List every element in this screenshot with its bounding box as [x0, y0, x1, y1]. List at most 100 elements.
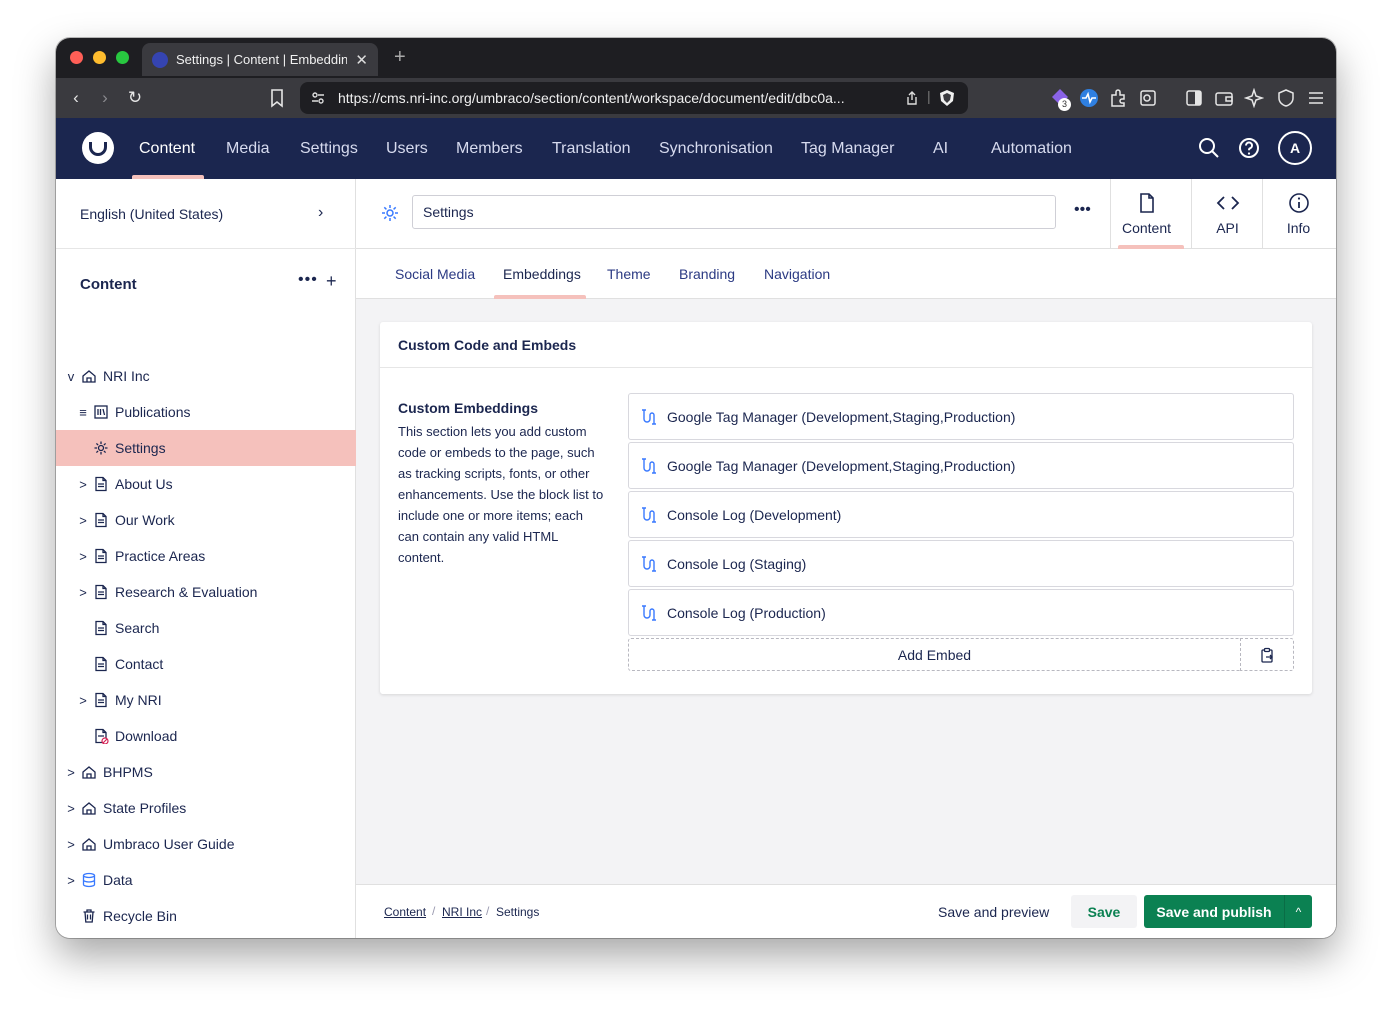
- breadcrumb-content[interactable]: Content: [384, 905, 426, 919]
- culture-selector[interactable]: English (United States) ›: [56, 179, 356, 249]
- nav-ai[interactable]: AI: [933, 140, 948, 158]
- browser-tab[interactable]: Settings | Content | Embeddings ✕: [142, 43, 378, 76]
- view-info-button[interactable]: Info: [1262, 179, 1334, 249]
- code-block-icon: [642, 507, 656, 523]
- reader-mode-icon[interactable]: [1138, 88, 1158, 108]
- extension-pulse-icon[interactable]: [1079, 88, 1099, 108]
- nav-content[interactable]: Content: [139, 140, 195, 158]
- nav-settings[interactable]: Settings: [300, 140, 358, 158]
- paste-from-clipboard-button[interactable]: [1240, 638, 1294, 671]
- search-icon[interactable]: [1196, 135, 1222, 161]
- extensions-puzzle-icon[interactable]: [1108, 88, 1128, 108]
- menu-icon[interactable]: [1306, 88, 1326, 108]
- block-item[interactable]: Google Tag Manager (Development,Staging,…: [628, 393, 1294, 440]
- chevron-right-icon[interactable]: >: [77, 477, 89, 492]
- site-settings-icon[interactable]: [310, 90, 326, 106]
- nav-translation[interactable]: Translation: [552, 140, 631, 158]
- document-name-input[interactable]: [412, 195, 1056, 229]
- nav-users[interactable]: Users: [386, 140, 428, 158]
- tree-item[interactable]: v NRI Inc: [56, 358, 356, 394]
- help-icon[interactable]: [1236, 135, 1262, 161]
- add-embed-button[interactable]: Add Embed: [628, 638, 1241, 671]
- tab-navigation[interactable]: Navigation: [764, 266, 830, 282]
- address-bar[interactable]: https://cms.nri-inc.org/umbraco/section/…: [300, 82, 968, 114]
- nav-media[interactable]: Media: [226, 140, 270, 158]
- new-tab-button[interactable]: +: [394, 46, 406, 69]
- tree-item[interactable]: Download: [56, 718, 356, 754]
- sort-handle-icon[interactable]: ≡: [77, 405, 89, 420]
- tree-item[interactable]: > Practice Areas: [56, 538, 356, 574]
- library-icon: [94, 405, 108, 419]
- chevron-right-icon[interactable]: >: [65, 765, 77, 780]
- tree-item[interactable]: > Research & Evaluation: [56, 574, 356, 610]
- tree-item[interactable]: > State Profiles: [56, 790, 356, 826]
- block-item[interactable]: Console Log (Production): [628, 589, 1294, 636]
- tree-item-label: Contact: [115, 656, 164, 672]
- block-item[interactable]: Console Log (Staging): [628, 540, 1294, 587]
- tree-more-button[interactable]: •••: [298, 271, 318, 289]
- leo-ai-icon[interactable]: [1244, 88, 1264, 108]
- browser-toolbar: ‹ › ↻ https://cms.nri-inc.org/umbraco/se…: [56, 78, 1336, 118]
- chevron-right-icon[interactable]: >: [77, 693, 89, 708]
- chevron-down-icon[interactable]: v: [65, 369, 77, 384]
- chevron-right-icon[interactable]: >: [65, 873, 77, 888]
- nav-automation[interactable]: Automation: [991, 140, 1072, 158]
- chevron-right-icon[interactable]: >: [77, 549, 89, 564]
- tab-branding[interactable]: Branding: [679, 266, 735, 282]
- tab-social-media[interactable]: Social Media: [395, 266, 475, 282]
- breadcrumb-nri-inc[interactable]: NRI Inc: [442, 905, 482, 919]
- breadcrumb-separator: /: [486, 904, 490, 918]
- tree-item[interactable]: > My NRI: [56, 682, 356, 718]
- tab-theme[interactable]: Theme: [607, 266, 651, 282]
- publish-options-button[interactable]: ^: [1284, 895, 1312, 928]
- tree-item[interactable]: > Data: [56, 862, 356, 898]
- save-button[interactable]: Save: [1071, 895, 1137, 928]
- brave-shield-icon[interactable]: [938, 89, 956, 107]
- tree-item[interactable]: > Our Work: [56, 502, 356, 538]
- tab-embeddings[interactable]: Embeddings: [503, 266, 581, 282]
- forward-icon[interactable]: ›: [94, 87, 116, 109]
- workspace-actions-button[interactable]: •••: [1074, 201, 1091, 219]
- user-avatar[interactable]: A: [1278, 131, 1312, 165]
- tree-item[interactable]: Settings: [56, 430, 356, 466]
- vpn-shield-icon[interactable]: [1276, 88, 1296, 108]
- document-workspace: ••• Content API Info Social Media Embedd…: [356, 179, 1336, 938]
- wallet-icon[interactable]: [1214, 88, 1234, 108]
- share-icon[interactable]: [904, 90, 920, 106]
- chevron-right-icon[interactable]: >: [65, 801, 77, 816]
- view-content-button[interactable]: Content: [1110, 179, 1182, 249]
- zoom-window-button[interactable]: [116, 51, 129, 64]
- back-icon[interactable]: ‹: [65, 87, 87, 109]
- tree-item[interactable]: Contact: [56, 646, 356, 682]
- tree-create-button[interactable]: +: [326, 271, 337, 292]
- bookmark-icon[interactable]: [266, 87, 288, 109]
- save-and-preview-button[interactable]: Save and preview: [928, 895, 1059, 928]
- minimize-window-button[interactable]: [93, 51, 106, 64]
- chevron-right-icon[interactable]: >: [65, 837, 77, 852]
- tab-close-icon[interactable]: ✕: [355, 51, 368, 69]
- nav-tag-manager[interactable]: Tag Manager: [801, 140, 894, 158]
- save-and-publish-button[interactable]: Save and publish: [1144, 895, 1284, 928]
- tree-item[interactable]: ≡ Publications: [56, 394, 356, 430]
- tree-item[interactable]: Search: [56, 610, 356, 646]
- tree-item-label: Research & Evaluation: [115, 584, 258, 600]
- document-icon: [95, 548, 107, 564]
- chevron-right-icon[interactable]: >: [77, 513, 89, 528]
- umbraco-logo[interactable]: [82, 132, 114, 164]
- block-item[interactable]: Google Tag Manager (Development,Staging,…: [628, 442, 1294, 489]
- view-api-button[interactable]: API: [1191, 179, 1263, 249]
- nav-synchronisation[interactable]: Synchronisation: [659, 140, 773, 158]
- tree-item[interactable]: > BHPMS: [56, 754, 356, 790]
- nav-members[interactable]: Members: [456, 140, 523, 158]
- sidebar-toggle-icon[interactable]: [1184, 88, 1204, 108]
- tree-item[interactable]: > Umbraco User Guide: [56, 826, 356, 862]
- document-icon: [95, 656, 107, 672]
- block-label: Google Tag Manager (Development,Staging,…: [667, 409, 1016, 425]
- tree-item[interactable]: > About Us: [56, 466, 356, 502]
- tree-item[interactable]: Recycle Bin: [56, 898, 356, 934]
- chevron-right-icon[interactable]: >: [77, 585, 89, 600]
- reload-icon[interactable]: ↻: [124, 87, 146, 109]
- close-window-button[interactable]: [70, 51, 83, 64]
- gear-icon[interactable]: [380, 203, 400, 223]
- block-item[interactable]: Console Log (Development): [628, 491, 1294, 538]
